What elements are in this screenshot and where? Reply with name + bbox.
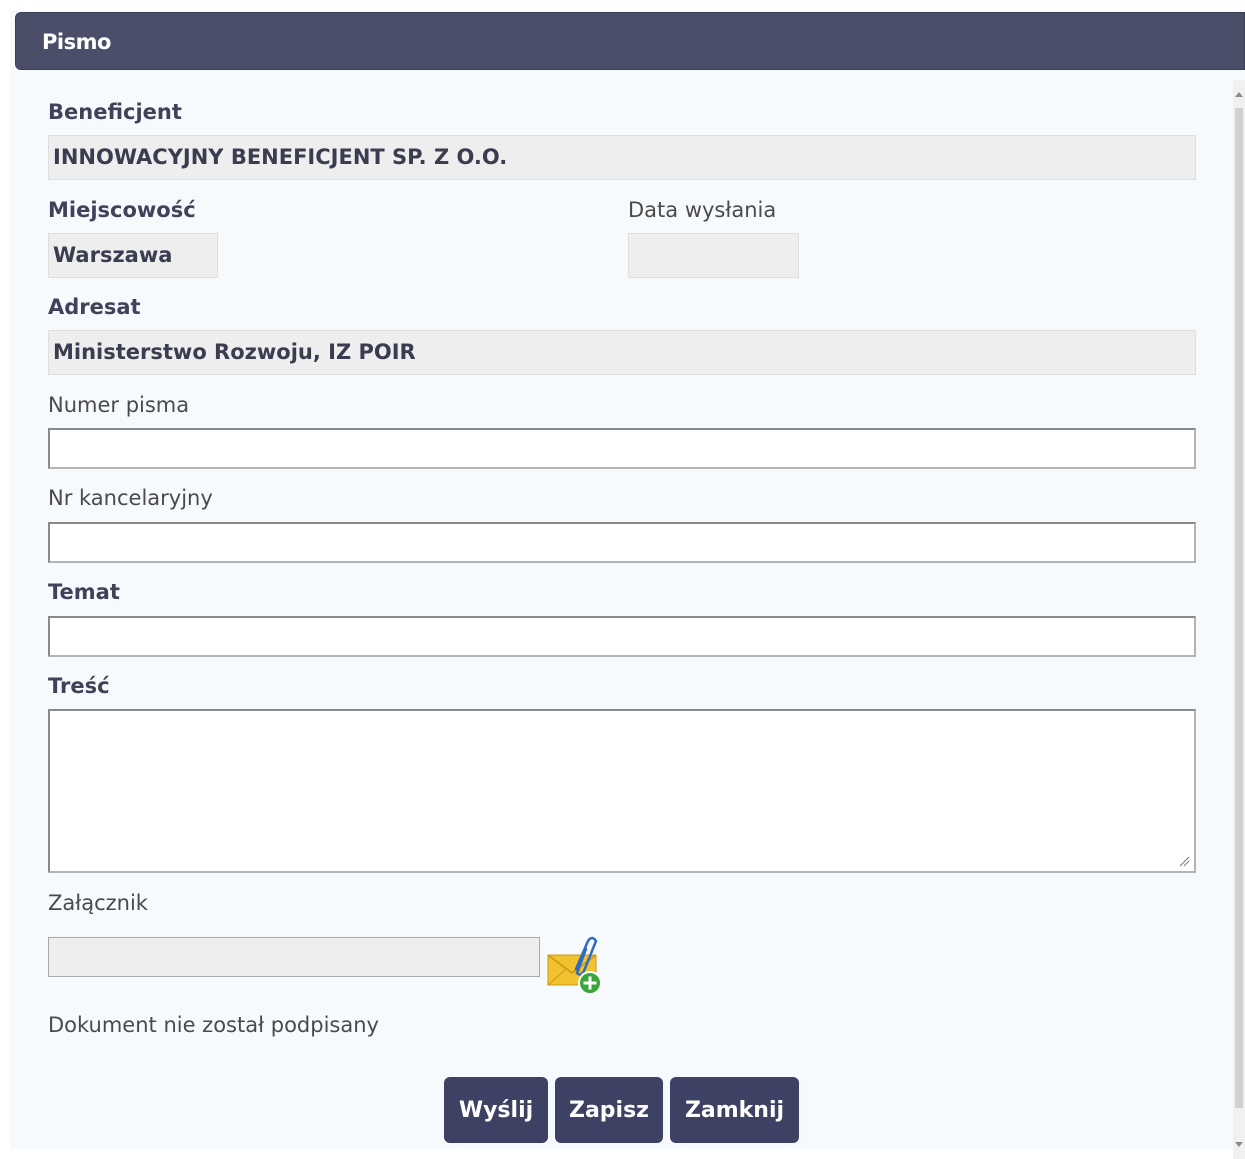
send-button[interactable]: Wyślij xyxy=(444,1077,548,1143)
nr-kancelaryjny-input[interactable] xyxy=(48,522,1196,563)
scroll-up-icon[interactable] xyxy=(1235,92,1243,97)
dialog-header: Pismo xyxy=(15,12,1245,70)
numer-pisma-input[interactable] xyxy=(48,428,1196,469)
data-wyslania-field xyxy=(628,233,799,278)
close-button[interactable]: Zamknij xyxy=(670,1077,799,1143)
pismo-dialog: Pismo Beneficjent INNOWACYJNY BENEFICJEN… xyxy=(10,10,1245,1159)
temat-label: Temat xyxy=(48,580,120,604)
save-button[interactable]: Zapisz xyxy=(555,1077,663,1143)
beneficjent-field: INNOWACYJNY BENEFICJENT SP. Z O.O. xyxy=(48,135,1196,180)
resize-grip-icon[interactable] xyxy=(1178,855,1190,867)
tresc-label: Treść xyxy=(48,674,110,698)
scroll-down-icon[interactable] xyxy=(1235,1142,1243,1147)
temat-input[interactable] xyxy=(48,616,1196,657)
vertical-scrollbar[interactable] xyxy=(1233,80,1245,1159)
data-wyslania-label: Data wysłania xyxy=(628,198,777,222)
signature-status: Dokument nie został podpisany xyxy=(48,1013,379,1037)
tresc-textarea[interactable] xyxy=(48,709,1196,873)
adresat-label: Adresat xyxy=(48,295,141,319)
miejscowosc-field: Warszawa xyxy=(48,233,218,278)
envelope-paperclip-add-icon[interactable] xyxy=(546,933,608,997)
adresat-field: Ministerstwo Rozwoju, IZ POIR xyxy=(48,330,1196,375)
zalacznik-field xyxy=(48,937,540,977)
dialog-title: Pismo xyxy=(42,30,111,54)
zalacznik-label: Załącznik xyxy=(48,891,148,915)
nr-kancelaryjny-label: Nr kancelaryjny xyxy=(48,486,213,510)
miejscowosc-label: Miejscowość xyxy=(48,198,196,222)
numer-pisma-label: Numer pisma xyxy=(48,393,190,417)
beneficjent-label: Beneficjent xyxy=(48,100,182,124)
scroll-thumb[interactable] xyxy=(1235,108,1243,1108)
